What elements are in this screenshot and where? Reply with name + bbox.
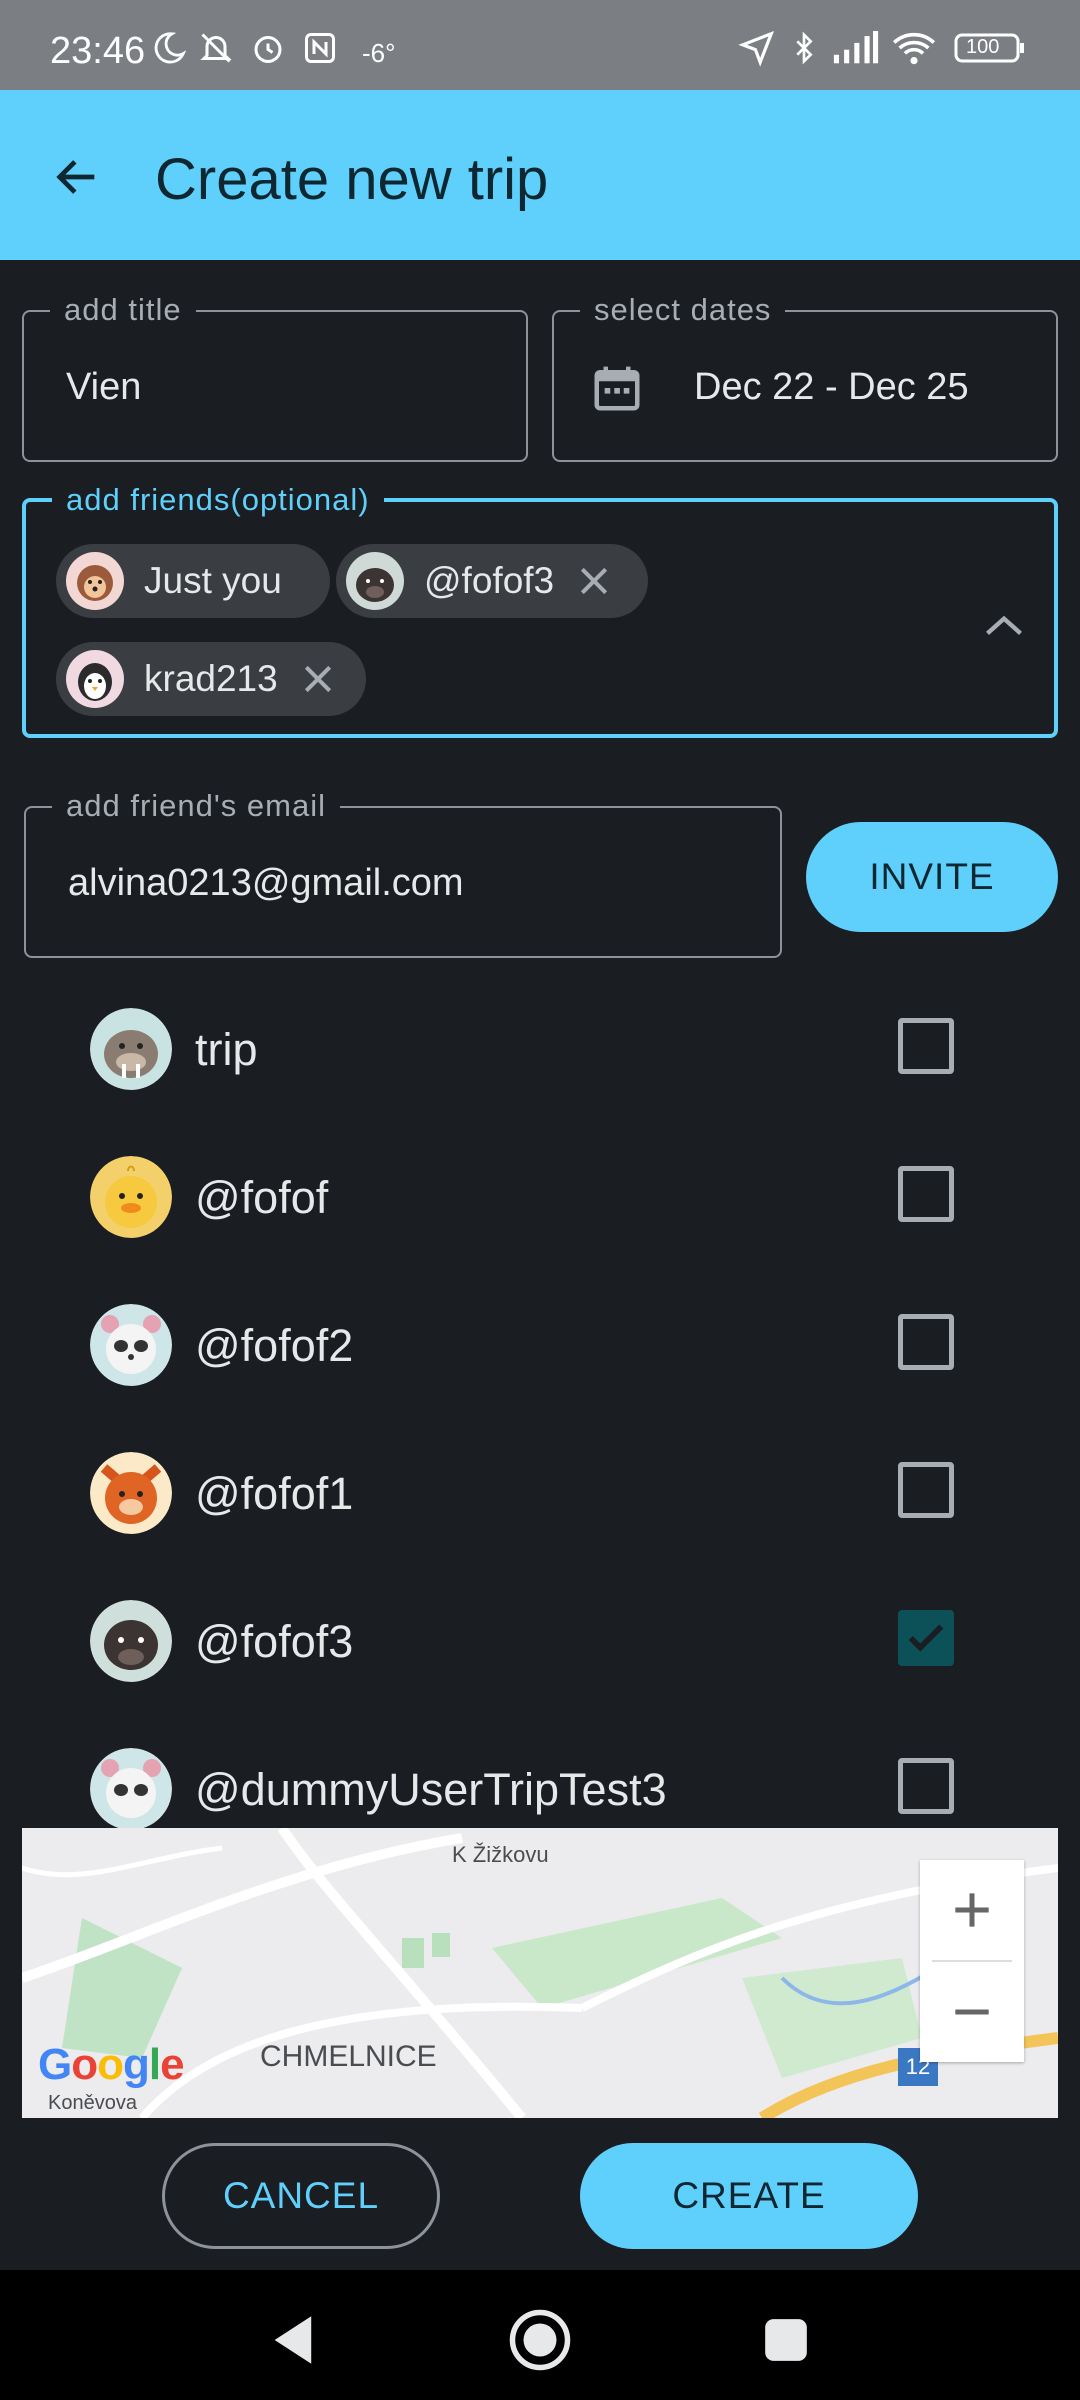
chip-fofof3[interactable]: @fofof3 [336,544,648,618]
title-field-label: add title [50,292,196,328]
battery-icon: 100 [954,28,1026,68]
alarm-icon [250,28,286,68]
page-title: Create new trip [155,147,549,212]
avatar [90,1452,172,1534]
system-nav-bar [0,2270,1080,2400]
invite-button[interactable]: INVITE [806,822,1058,932]
avatar [346,552,404,610]
chip-label: krad213 [144,658,278,699]
avatar [90,1156,172,1238]
friend-name: @fofof3 [195,1616,354,1667]
status-bar: 23:46 -6° 100 [0,0,1080,90]
friend-checkbox[interactable] [898,1166,954,1222]
friend-checkbox[interactable] [898,1462,954,1518]
list-item[interactable]: @fofof2 [0,1274,1080,1414]
cancel-button[interactable]: CANCEL [162,2143,440,2249]
email-input[interactable]: alvina0213@gmail.com [68,862,464,905]
map-label: K Žižkovu [452,1842,549,1867]
zoom-in-button[interactable] [920,1860,1024,1960]
avatar [90,1008,172,1090]
bluetooth-icon [788,28,820,68]
chevron-up-icon[interactable] [982,612,1026,645]
friend-name: @dummyUserTripTest3 [195,1764,667,1815]
friend-checkbox[interactable] [898,1758,954,1814]
nav-back-button[interactable] [254,2300,334,2380]
signal-icon [832,28,880,68]
friend-name: trip [195,1024,258,1075]
wifi-icon [892,28,936,68]
nav-recents-button[interactable] [746,2300,826,2380]
avatar [66,650,124,708]
email-field-label: add friend's email [52,788,340,824]
friend-name: @fofof1 [195,1468,354,1519]
friend-checkbox[interactable] [898,1314,954,1370]
nav-home-button[interactable] [500,2300,580,2380]
chip-just-you[interactable]: Just you [56,544,330,618]
create-button[interactable]: CREATE [580,2143,918,2249]
status-time: 23:46 [50,30,146,72]
zoom-out-button[interactable] [920,1962,1024,2062]
arrow-left-icon [56,160,95,194]
google-logo: Google [38,2040,185,2089]
plus-icon [955,1893,989,1927]
friend-checkbox[interactable] [898,1018,954,1074]
check-icon [908,1624,944,1652]
email-field[interactable]: add friend's email alvina0213@gmail.com [24,788,782,958]
app-bar: Create new trip [0,90,1080,260]
minus-icon [955,2009,989,2015]
bell-off-icon [198,28,234,68]
status-temperature: -6° [362,38,396,68]
map-view[interactable]: K Žižkovu CHMELNICE Koněvova Google 12 [22,1828,1058,2118]
map-label: Koněvova [48,2092,137,2114]
list-item[interactable]: @fofof1 [0,1422,1080,1562]
dates-field-label: select dates [580,292,786,328]
dates-field[interactable]: select dates Dec 22 - Dec 25 [552,292,1058,462]
home-circle-icon [509,2309,571,2371]
avatar [90,1748,172,1828]
friends-field[interactable]: add friends(optional) Just you @fofof3 k… [22,482,1058,738]
friends-field-label: add friends(optional) [52,482,384,518]
battery-level: 100 [966,36,1000,58]
square-recents-icon [765,2319,807,2361]
avatar [66,552,124,610]
list-item[interactable]: @fofof3 [0,1570,1080,1710]
chip-label: @fofof3 [424,560,555,601]
chip-label: Just you [144,560,282,601]
moon-icon [152,28,186,68]
back-button[interactable] [40,140,114,214]
nfc-icon [302,28,338,68]
close-icon[interactable] [572,559,616,603]
list-item[interactable]: @dummyUserTripTest3 [0,1718,1080,1828]
dates-value: Dec 22 - Dec 25 [694,366,969,408]
title-field[interactable]: add title Vien [22,292,528,462]
avatar [90,1600,172,1682]
chip-krad213[interactable]: krad213 [56,642,366,716]
map-label: CHMELNICE [260,2040,437,2073]
list-item[interactable]: trip [0,978,1080,1118]
calendar-icon [590,360,644,421]
zoom-controls [920,1860,1024,2062]
location-arrow-icon [738,28,776,68]
list-item[interactable]: @fofof [0,1126,1080,1266]
close-icon[interactable] [296,657,340,701]
triangle-back-icon [274,2316,312,2364]
title-input[interactable]: Vien [66,366,141,409]
friend-name: @fofof2 [195,1320,354,1371]
friend-checkbox-checked[interactable] [898,1610,954,1666]
avatar [90,1304,172,1386]
friend-name: @fofof [195,1172,329,1223]
